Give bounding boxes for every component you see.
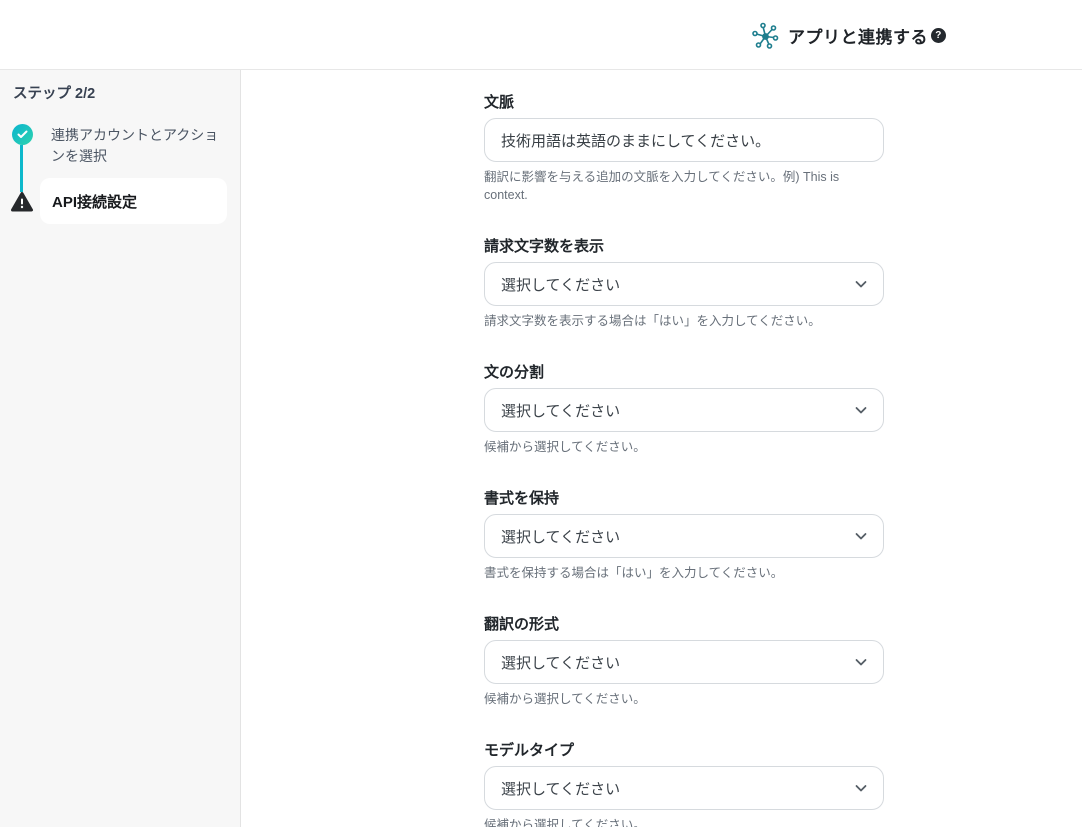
check-icon [12, 124, 33, 145]
field-label: 書式を保持 [484, 488, 884, 510]
help-icon[interactable]: ? [931, 28, 946, 43]
step-connector-line [20, 145, 23, 192]
helper-text: 翻訳に影響を与える追加の文脈を入力してください。例) This is conte… [484, 168, 884, 204]
field-sentence-splitting: 文の分割 選択してください 候補から選択してください。 [484, 362, 884, 456]
helper-text: 請求文字数を表示する場合は「はい」を入力してください。 [484, 312, 884, 330]
translation-format-select[interactable]: 選択してください [484, 640, 884, 684]
header-title-group: アプリと連携する ? [752, 0, 946, 70]
model-type-select[interactable]: 選択してください [484, 766, 884, 810]
select-value: 選択してください [501, 400, 620, 421]
select-value: 選択してください [501, 274, 620, 295]
field-label: 文脈 [484, 92, 884, 114]
helper-text: 候補から選択してください。 [484, 816, 884, 827]
billed-characters-select[interactable]: 選択してください [484, 262, 884, 306]
field-preserve-formatting: 書式を保持 選択してください 書式を保持する場合は「はい」を入力してください。 [484, 488, 884, 582]
sentence-splitting-select[interactable]: 選択してください [484, 388, 884, 432]
field-context: 文脈 翻訳に影響を与える追加の文脈を入力してください。例) This is co… [484, 92, 884, 204]
network-nodes-icon [752, 22, 779, 49]
step-card-label: API接続設定 [52, 191, 137, 212]
page-title: アプリと連携する ? [788, 23, 946, 48]
field-label: 文の分割 [484, 362, 884, 384]
chevron-down-icon [853, 654, 869, 670]
warning-triangle-icon [10, 191, 34, 213]
select-value: 選択してください [501, 778, 620, 799]
select-value: 選択してください [501, 526, 620, 547]
chevron-down-icon [853, 780, 869, 796]
app-header: アプリと連携する ? [0, 0, 1082, 70]
steps-sidebar: ステップ 2/2 連携アカウントとアクションを選択 API接続設定 [0, 70, 241, 827]
helper-text: 書式を保持する場合は「はい」を入力してください。 [484, 564, 884, 582]
field-translation-format: 翻訳の形式 選択してください 候補から選択してください。 [484, 614, 884, 708]
chevron-down-icon [853, 276, 869, 292]
select-value: 選択してください [501, 652, 620, 673]
field-label: 翻訳の形式 [484, 614, 884, 636]
preserve-formatting-select[interactable]: 選択してください [484, 514, 884, 558]
field-label: 請求文字数を表示 [484, 236, 884, 258]
step-counter: ステップ 2/2 [13, 82, 95, 103]
field-show-billed-characters: 請求文字数を表示 選択してください 請求文字数を表示する場合は「はい」を入力して… [484, 236, 884, 330]
api-settings-form: 文脈 翻訳に影響を与える追加の文脈を入力してください。例) This is co… [484, 92, 884, 827]
field-model-type: モデルタイプ 選択してください 候補から選択してください。 [484, 740, 884, 827]
context-input[interactable] [484, 118, 884, 162]
field-label: モデルタイプ [484, 740, 884, 762]
helper-text: 候補から選択してください。 [484, 438, 884, 456]
chevron-down-icon [853, 402, 869, 418]
sidebar-step-select-account[interactable]: 連携アカウントとアクションを選択 [51, 125, 223, 167]
helper-text: 候補から選択してください。 [484, 690, 884, 708]
main-content: 文脈 翻訳に影響を与える追加の文脈を入力してください。例) This is co… [241, 70, 1082, 827]
chevron-down-icon [853, 528, 869, 544]
sidebar-step-api-settings[interactable]: API接続設定 [40, 178, 227, 224]
